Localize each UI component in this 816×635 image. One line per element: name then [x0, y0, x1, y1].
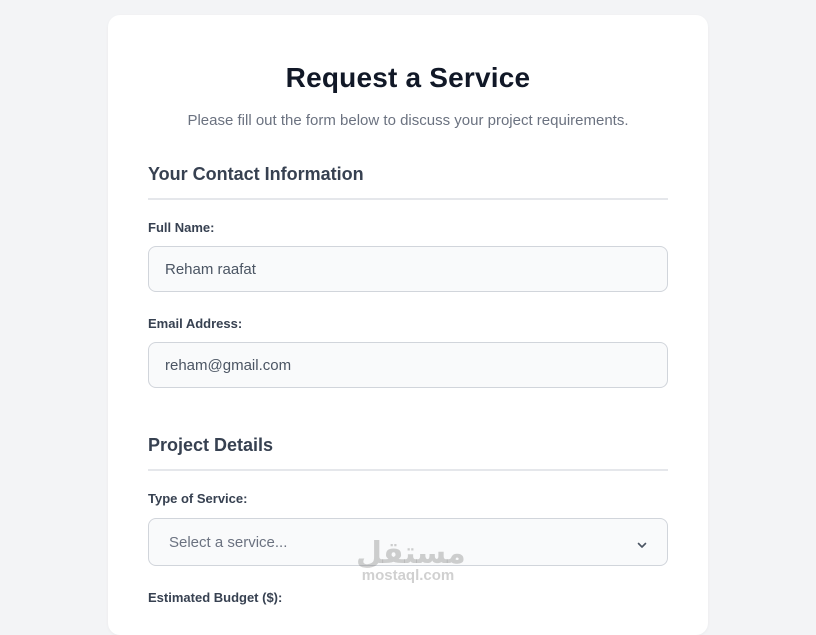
email-input[interactable] — [148, 342, 668, 388]
service-type-selected-value: Select a service... — [169, 533, 288, 551]
full-name-label: Full Name: — [148, 220, 215, 235]
project-section-heading: Project Details — [148, 435, 668, 471]
service-type-label: Type of Service: — [148, 491, 248, 506]
full-name-input[interactable] — [148, 246, 668, 292]
page-subtitle: Please fill out the form below to discus… — [187, 112, 629, 129]
service-request-card: Request a Service Please fill out the fo… — [108, 15, 708, 635]
contact-section-heading: Your Contact Information — [148, 164, 668, 200]
page-title: Request a Service — [285, 62, 531, 93]
service-type-select[interactable]: Select a service... — [148, 518, 668, 566]
chevron-down-icon — [637, 537, 647, 548]
email-label: Email Address: — [148, 316, 243, 331]
